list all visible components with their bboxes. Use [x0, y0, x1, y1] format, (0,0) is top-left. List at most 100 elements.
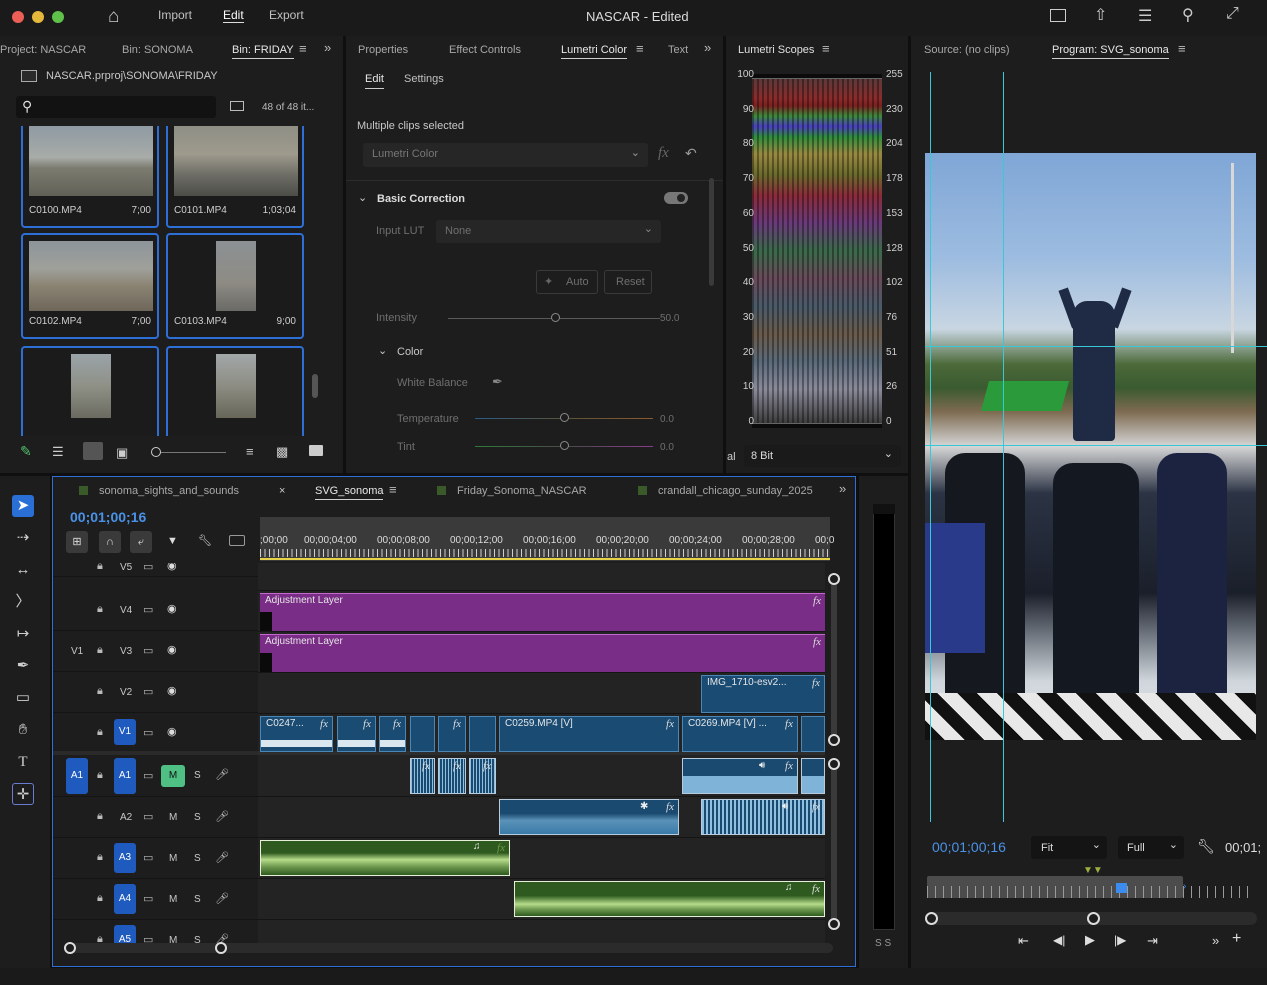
- share-icon[interactable]: ⇧: [1094, 5, 1107, 25]
- audio-clip[interactable]: 🔊︎ fx: [682, 758, 798, 794]
- fullscreen-icon[interactable]: ⤢: [1226, 5, 1239, 23]
- mute-button[interactable]: M: [169, 894, 177, 905]
- sync-lock-icon[interactable]: ▭: [143, 603, 153, 616]
- list-view-icon[interactable]: ☰: [52, 444, 64, 460]
- fx-icon[interactable]: fx: [658, 145, 669, 162]
- effect-dropdown[interactable]: Lumetri Color ⌄: [363, 143, 648, 167]
- close-tab-icon[interactable]: ×: [279, 485, 285, 497]
- maximize-window-button[interactable]: [52, 11, 64, 23]
- rectangle-tool-icon[interactable]: ▭: [12, 687, 34, 709]
- lock-icon[interactable]: 🔒︎: [97, 769, 103, 782]
- track-target-a3[interactable]: A3: [114, 843, 136, 873]
- bit-depth-dropdown[interactable]: 8 Bit ⌄: [744, 445, 901, 467]
- track-area[interactable]: Adjustment Layer fx Adjustment Layer fx …: [258, 563, 825, 945]
- menu-export[interactable]: Export: [269, 8, 304, 22]
- bin-scrollbar[interactable]: [312, 374, 318, 398]
- chevron-down-icon[interactable]: ⌄: [358, 191, 367, 204]
- audio-clip[interactable]: fx: [438, 758, 466, 794]
- quick-export-icon[interactable]: ☰: [1138, 6, 1152, 26]
- go-to-in-icon[interactable]: ⇤: [1018, 933, 1029, 949]
- tab-sonoma-sights-and-sounds[interactable]: sonoma_sights_and_sounds: [99, 485, 239, 497]
- play-icon[interactable]: ▶: [1085, 932, 1095, 948]
- eye-icon[interactable]: ◉: [167, 684, 177, 697]
- microphone-icon[interactable]: 🎤︎: [215, 851, 229, 864]
- tab-friday-sonoma-nascar[interactable]: Friday_Sonoma_NASCAR: [457, 485, 587, 497]
- intensity-slider-knob[interactable]: [551, 313, 560, 322]
- playhead-marker[interactable]: [1116, 883, 1127, 893]
- folder-up-icon[interactable]: [21, 70, 37, 82]
- eye-icon[interactable]: ◉: [167, 602, 177, 615]
- clip-thumbnail[interactable]: C0101.MP4 1;03;04: [166, 126, 304, 228]
- caption-tool-icon[interactable]: ✛: [12, 783, 34, 805]
- eyedropper-icon[interactable]: ✒: [492, 374, 503, 390]
- zoom-handle-left[interactable]: [925, 912, 938, 925]
- new-bin-icon[interactable]: [309, 445, 323, 456]
- expand-panels-icon[interactable]: »: [704, 40, 711, 55]
- temperature-value[interactable]: 0.0: [660, 414, 674, 425]
- menu-import[interactable]: Import: [158, 8, 192, 22]
- slip-tool-icon[interactable]: ↦: [12, 623, 34, 645]
- tab-project[interactable]: Project: NASCAR: [0, 44, 86, 56]
- tab-svg-sonoma[interactable]: SVG_sonoma: [315, 485, 384, 500]
- type-tool-icon[interactable]: T: [12, 751, 34, 773]
- insert-sequence-icon[interactable]: ⊞: [66, 531, 88, 553]
- chevron-down-icon[interactable]: ⌄: [378, 344, 387, 357]
- zoom-handle-right[interactable]: [1087, 912, 1100, 925]
- track-target-a5[interactable]: A5: [114, 925, 136, 945]
- lock-icon[interactable]: 🔒︎: [97, 603, 103, 616]
- time-ruler[interactable]: ;00;00 00;00;04;00 00;00;08;00 00;00;12;…: [260, 517, 834, 561]
- sync-lock-icon[interactable]: ▭: [143, 851, 153, 864]
- program-timecode[interactable]: 00;01;00;16: [932, 839, 1006, 855]
- temperature-slider-knob[interactable]: [560, 413, 569, 422]
- solo-button[interactable]: S: [194, 770, 201, 781]
- music-clip[interactable]: ♫ fx: [514, 881, 825, 917]
- eye-icon[interactable]: ◉: [167, 725, 177, 738]
- icon-view-icon[interactable]: [83, 442, 103, 460]
- sync-lock-icon[interactable]: ▭: [143, 769, 153, 782]
- pen-tool-icon[interactable]: ✒: [12, 655, 34, 677]
- zoom-handle-right[interactable]: [215, 942, 227, 954]
- razor-tool-icon[interactable]: 〉: [12, 591, 34, 613]
- audio-clip[interactable]: 🔊︎ fx: [701, 799, 825, 835]
- sync-lock-icon[interactable]: ▭: [143, 644, 153, 657]
- solo-button[interactable]: S: [194, 853, 201, 864]
- progress-search-icon[interactable]: ⚲: [1182, 5, 1194, 25]
- zoom-slider[interactable]: [156, 452, 226, 453]
- track-target-a4[interactable]: A4: [114, 884, 136, 914]
- audio-track-scroll-bottom[interactable]: [828, 918, 840, 930]
- panel-menu-icon[interactable]: ≡: [299, 41, 307, 56]
- track-target-v1[interactable]: V1: [114, 719, 136, 745]
- tab-crandall-chicago-sunday[interactable]: crandall_chicago_sunday_2025: [658, 485, 813, 497]
- video-clip[interactable]: fx: [337, 716, 376, 752]
- lock-icon[interactable]: 🔒︎: [97, 644, 103, 657]
- subtab-settings[interactable]: Settings: [404, 73, 444, 85]
- adjustment-layer-clip[interactable]: Adjustment Layer fx: [260, 634, 825, 672]
- wrench-icon[interactable]: 🔧︎: [1197, 838, 1215, 855]
- video-track-scroll-top[interactable]: [828, 573, 840, 585]
- color-section-header[interactable]: Color: [397, 346, 423, 358]
- search-input[interactable]: ⚲: [16, 96, 216, 118]
- home-icon[interactable]: ⌂: [108, 6, 119, 28]
- video-clip[interactable]: C0259.MP4 [V] fx: [499, 716, 679, 752]
- video-clip[interactable]: [469, 716, 496, 752]
- music-clip[interactable]: ♫ fx: [260, 840, 510, 876]
- captions-icon[interactable]: [229, 535, 245, 546]
- video-clip[interactable]: [410, 716, 435, 752]
- lock-icon[interactable]: 🔒︎: [97, 563, 103, 573]
- add-button-icon[interactable]: +: [1232, 930, 1241, 948]
- go-to-out-icon[interactable]: ⇥: [1147, 933, 1158, 949]
- lock-icon[interactable]: 🔒︎: [97, 726, 103, 739]
- tint-slider-knob[interactable]: [560, 441, 569, 450]
- pencil-icon[interactable]: ✎: [20, 443, 32, 460]
- clip-thumbnail[interactable]: C0103.MP4 9;00: [166, 233, 304, 339]
- video-clip[interactable]: fx: [379, 716, 406, 752]
- panel-menu-icon[interactable]: ≡: [389, 482, 397, 497]
- workspace-icon[interactable]: [1050, 9, 1066, 22]
- clip-thumbnail[interactable]: [21, 346, 159, 436]
- video-clip[interactable]: C0247... fx: [260, 716, 333, 752]
- more-controls-icon[interactable]: »: [1212, 933, 1219, 948]
- eye-icon[interactable]: ◉: [167, 563, 177, 572]
- menu-edit[interactable]: Edit: [223, 8, 244, 23]
- snap-icon[interactable]: ∩: [99, 531, 121, 553]
- linked-selection-icon[interactable]: ⤶: [130, 531, 152, 553]
